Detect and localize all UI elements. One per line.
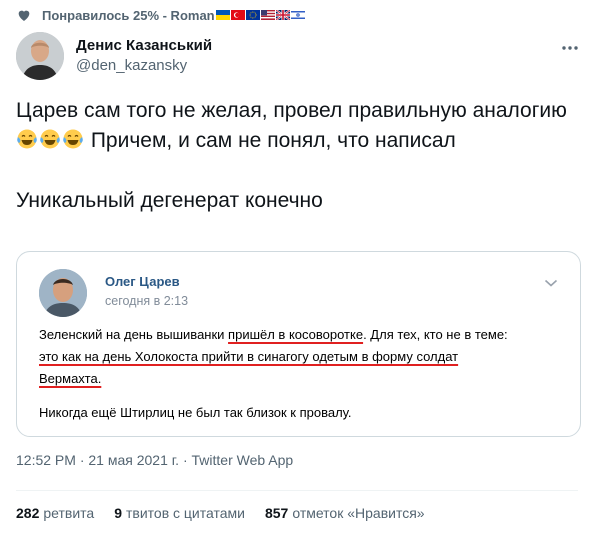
quote-author-name: Олег Царев <box>105 274 180 289</box>
tweet-timestamp[interactable]: 12:52 PM · 21 мая 2021 г. · Twitter Web … <box>16 452 293 468</box>
underlined-text: пришёл в косоворотке <box>228 327 364 342</box>
social-context[interactable]: Понравилось 25% - Roman <box>16 4 305 26</box>
usa-flag <box>260 10 275 20</box>
author-name[interactable]: Денис Казанський <box>76 36 212 56</box>
israel-flag <box>290 10 305 20</box>
tweet-paragraph-1: Царев сам того не желая, провел правильн… <box>16 99 567 152</box>
quote-closing-line: Никогда ещё Штирлиц не был так близок к … <box>39 405 352 420</box>
quote-body: Зеленский на день вышиванки пришёл в кос… <box>39 324 564 424</box>
tweet-time[interactable]: 12:52 PM <box>16 452 76 468</box>
underlined-text: это как на день Холокоста прийти в синаг… <box>39 349 459 364</box>
tweet-text: Царев сам того не желая, провел правильн… <box>16 96 576 246</box>
tweet-stats: 282 ретвита 9 твитов с цитатами 857 отметок… <box>16 505 445 521</box>
retweets-stat[interactable]: 282 ретвита <box>16 505 94 521</box>
attached-image[interactable]: Олег Царев сегодня в 2:13 Зеленский на д… <box>16 251 581 437</box>
quote-avatar-image <box>39 269 87 317</box>
divider <box>16 490 578 491</box>
social-context-text: Понравилось 25% - Roman <box>42 7 215 23</box>
quote-tweets-stat[interactable]: 9 твитов с цитатами <box>114 505 245 521</box>
heart-icon <box>18 10 30 21</box>
avatar-image <box>16 32 64 80</box>
tweet-source[interactable]: Twitter Web App <box>192 452 294 468</box>
tears-of-joy-icon <box>17 129 37 149</box>
turkey-flag <box>230 10 245 20</box>
tears-of-joy-icon <box>40 129 60 149</box>
likes-stat[interactable]: 857 отметок «Нравится» <box>265 505 425 521</box>
tears-of-joy-icon <box>63 129 83 149</box>
underlined-text: Вермахта. <box>39 371 102 386</box>
avatar[interactable] <box>16 32 64 80</box>
uk-flag <box>275 10 290 20</box>
ukraine-flag <box>215 10 230 20</box>
tweet-paragraph-2: Уникальный дегенерат конечно <box>16 189 323 212</box>
author-handle[interactable]: @den_kazansky <box>76 56 212 76</box>
chevron-down-icon <box>544 279 558 287</box>
quote-avatar <box>39 269 87 317</box>
quote-time: сегодня в 2:13 <box>105 294 189 308</box>
tweet-author[interactable]: Денис Казанський @den_kazansky <box>16 32 212 80</box>
eu-flag <box>245 10 260 20</box>
tweet-date[interactable]: 21 мая 2021 г. <box>88 452 179 468</box>
more-icon[interactable] <box>560 38 580 58</box>
